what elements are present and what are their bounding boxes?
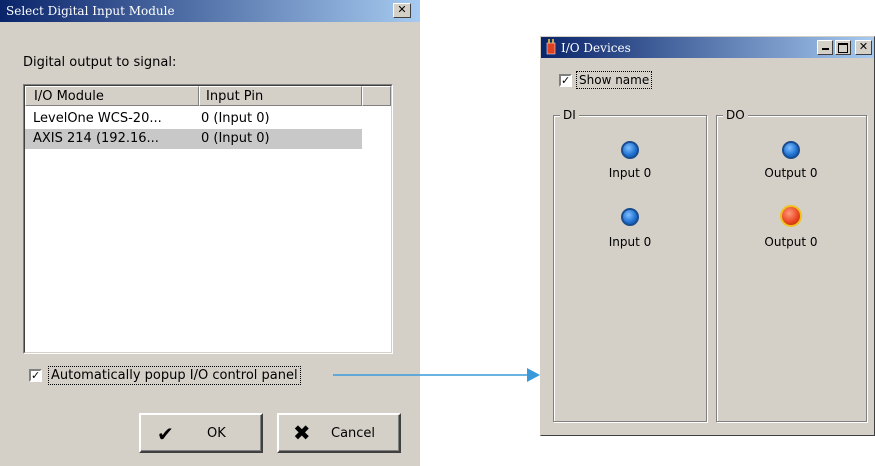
row-pin: 0 (Input 0): [201, 131, 270, 146]
di-input-0-label: Input 0: [608, 166, 652, 180]
close-button[interactable]: ✕: [393, 3, 411, 18]
io-module-list[interactable]: I/O Module Input Pin LevelOne WCS-20... …: [23, 84, 393, 354]
list-header: I/O Module Input Pin: [25, 86, 391, 106]
maximize-icon: [838, 43, 848, 53]
di-group: DI Input 0 Input 0: [553, 107, 707, 422]
do-group-label: DO: [723, 107, 748, 123]
minimize-button[interactable]: [817, 40, 833, 55]
column-header-pin-label: Input Pin: [206, 89, 264, 104]
do-output-1-label: Output 0: [764, 235, 818, 249]
row-pin: 0 (Input 0): [201, 111, 270, 126]
minimize-icon: [821, 48, 829, 50]
ok-button[interactable]: ✔ OK: [139, 413, 263, 453]
auto-popup-checkbox[interactable]: ✓: [29, 369, 42, 382]
row-module: LevelOne WCS-20...: [33, 111, 162, 126]
column-header-module[interactable]: I/O Module: [25, 86, 199, 106]
table-row[interactable]: LevelOne WCS-20... 0 (Input 0): [25, 109, 362, 129]
io-device-icon: [546, 39, 556, 55]
do-output-0-label: Output 0: [764, 166, 818, 180]
show-name-checkbox[interactable]: ✓: [559, 74, 572, 87]
dialog-title: Select Digital Input Module: [6, 4, 175, 18]
table-row-selected[interactable]: AXIS 214 (192.16... 0 (Input 0): [25, 129, 362, 149]
x-icon: ✖: [293, 421, 311, 445]
io-window-titlebar[interactable]: I/O Devices ✕: [541, 37, 874, 58]
di-group-label: DI: [560, 107, 579, 123]
select-digital-input-dialog: Select Digital Input Module ✕ Digital ou…: [0, 0, 420, 466]
close-icon: ✕: [397, 3, 407, 16]
io-devices-window: I/O Devices ✕ ✓ Show name DI Input 0 Inp…: [540, 36, 875, 436]
row-module: AXIS 214 (192.16...: [33, 131, 159, 146]
io-window-title: I/O Devices: [561, 41, 631, 55]
check-icon: ✓: [31, 369, 41, 382]
checkmark-icon: ✔: [157, 422, 174, 446]
cancel-button[interactable]: ✖ Cancel: [277, 413, 401, 453]
check-icon: ✓: [561, 74, 571, 87]
dialog-titlebar[interactable]: Select Digital Input Module ✕: [0, 0, 420, 22]
do-group: DO Output 0 Output 0: [716, 107, 867, 422]
do-output-0-indicator-icon[interactable]: [782, 141, 800, 159]
io-close-button[interactable]: ✕: [855, 40, 872, 55]
column-header-pin[interactable]: Input Pin: [199, 86, 362, 106]
column-header-module-label: I/O Module: [34, 89, 104, 104]
close-icon: ✕: [858, 40, 869, 53]
di-input-0-indicator-icon[interactable]: [621, 141, 639, 159]
show-name-label[interactable]: Show name: [576, 71, 653, 89]
cancel-button-label: Cancel: [331, 426, 376, 441]
maximize-button[interactable]: [835, 40, 851, 55]
column-header-filler: [362, 86, 391, 106]
di-input-1-label: Input 0: [608, 235, 652, 249]
auto-popup-label[interactable]: Automatically popup I/O control panel: [48, 366, 301, 385]
dialog-prompt: Digital output to signal:: [23, 55, 177, 70]
ok-button-label: OK: [207, 426, 226, 441]
di-input-1-indicator-icon[interactable]: [621, 208, 639, 226]
do-output-1-indicator-icon[interactable]: [780, 205, 802, 227]
